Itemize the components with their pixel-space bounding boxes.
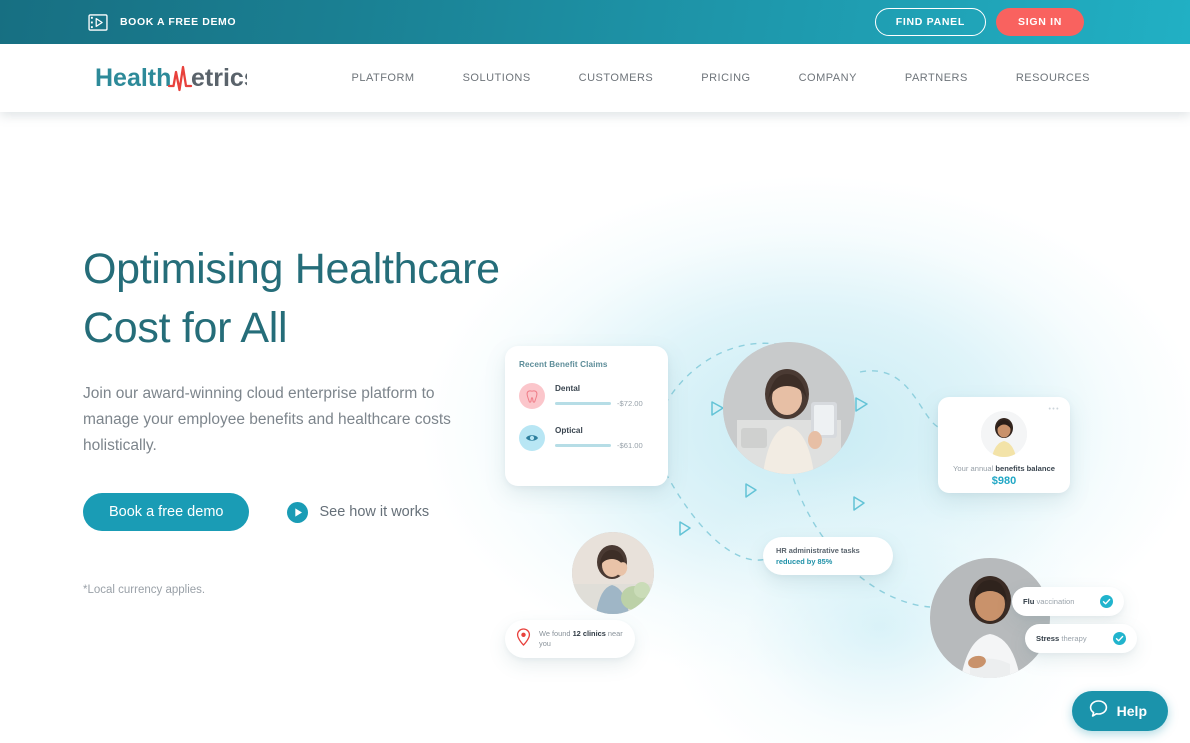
main-navigation: PLATFORM SOLUTIONS CUSTOMERS PRICING COM… [328, 72, 1090, 84]
hero-subtitle: Join our award-winning cloud enterprise … [83, 385, 451, 454]
site-logo[interactable]: Health etrics [95, 61, 247, 95]
recent-benefit-claims-card: Recent Benefit Claims Dental -$72.00 Opt… [505, 346, 668, 486]
balance-label-prefix: Your annual [953, 464, 996, 473]
hero-footnote: *Local currency applies. [83, 584, 206, 596]
claim-name: Optical [555, 426, 583, 435]
map-pin-icon [516, 627, 531, 651]
more-options-icon[interactable]: ••• [1048, 406, 1060, 413]
chat-bubble-icon [1089, 699, 1108, 723]
hero-copy: Optimising Healthcare Cost for All Join … [83, 240, 503, 531]
hero-illustration: Recent Benefit Claims Dental -$72.00 Opt… [490, 212, 1190, 712]
claim-row: Dental -$72.00 [519, 383, 654, 409]
annual-benefits-balance-card: ••• Your annual benefits balance $980 [938, 397, 1070, 493]
claims-card-title: Recent Benefit Claims [519, 360, 608, 369]
avatar [981, 411, 1027, 457]
site-header: Health etrics PLATFORM SOLUTIONS CUSTOME… [0, 44, 1190, 112]
balance-amount: $980 [991, 475, 1017, 487]
nav-item-solutions[interactable]: SOLUTIONS [439, 72, 555, 84]
flu-vaccination-pill: Flu vaccination [1012, 587, 1124, 616]
sign-in-button[interactable]: SIGN IN [996, 8, 1084, 36]
photo-smiling-man [930, 558, 1050, 678]
eye-icon [519, 425, 545, 451]
photo-woman-with-tablet [723, 342, 855, 474]
hr-tasks-line-2: reduced by 85% [776, 557, 833, 566]
play-circle-icon [287, 501, 309, 523]
svg-text:etrics: etrics [191, 64, 247, 92]
book-free-demo-button[interactable]: Book a free demo [83, 493, 250, 531]
stress-therapy-text: Stress therapy [1036, 634, 1107, 643]
stress-rest: therapy [1059, 634, 1087, 643]
hr-tasks-pill: HR administrative tasks reduced by 85% [763, 537, 893, 575]
nav-item-pricing[interactable]: PRICING [677, 72, 774, 84]
stress-strong: Stress [1036, 634, 1060, 643]
nav-item-customers[interactable]: CUSTOMERS [555, 72, 678, 84]
utility-actions: FIND PANEL SIGN IN [874, 8, 1084, 36]
claim-amount: -$61.00 [617, 441, 643, 450]
clinics-found-pill: We found 12 clinics near you [505, 620, 635, 658]
claim-row: Optical -$61.00 [519, 425, 654, 451]
check-circle-icon [1100, 595, 1113, 608]
clinics-count: 12 clinics [572, 629, 606, 638]
claim-amount: -$72.00 [617, 399, 643, 408]
book-demo-link[interactable]: BOOK A FREE DEMO [88, 13, 237, 31]
clinics-prefix: We found [539, 629, 573, 638]
utility-bar: BOOK A FREE DEMO FIND PANEL SIGN IN [0, 0, 1190, 44]
claim-meter-bar [555, 444, 611, 447]
clinics-found-text: We found 12 clinics near you [539, 629, 624, 649]
page-title: Optimising Healthcare Cost for All [83, 240, 503, 358]
claim-meter-bar [555, 402, 611, 405]
stress-therapy-pill: Stress therapy [1025, 624, 1137, 653]
help-button-label: Help [1116, 703, 1147, 719]
nav-item-resources[interactable]: RESOURCES [992, 72, 1090, 84]
hero-section: Optimising Healthcare Cost for All Join … [0, 112, 1190, 743]
svg-text:Health: Health [95, 64, 171, 92]
hero-cta-row: Book a free demo See how it works [83, 493, 503, 531]
find-panel-button[interactable]: FIND PANEL [874, 8, 986, 36]
hr-tasks-line-1: HR administrative tasks [776, 546, 860, 555]
hero-title-line-2: Cost for All [83, 304, 288, 352]
flu-rest: vaccination [1034, 597, 1075, 606]
book-demo-label: BOOK A FREE DEMO [120, 16, 237, 28]
hero-title-line-1: Optimising Healthcare [83, 245, 500, 293]
balance-label-strong: benefits balance [995, 464, 1055, 473]
check-circle-icon [1113, 632, 1126, 645]
flu-vaccination-text: Flu vaccination [1023, 597, 1094, 606]
page-root: BOOK A FREE DEMO FIND PANEL SIGN IN Heal… [0, 0, 1190, 743]
claim-name: Dental [555, 384, 581, 393]
flu-strong: Flu [1023, 597, 1035, 606]
nav-item-company[interactable]: COMPANY [775, 72, 881, 84]
see-how-it-works-label: See how it works [319, 504, 430, 520]
nav-item-platform[interactable]: PLATFORM [328, 72, 439, 84]
healthmetrics-logo-icon: Health etrics [95, 64, 247, 92]
nav-item-partners[interactable]: PARTNERS [881, 72, 992, 84]
help-button[interactable]: Help [1071, 691, 1168, 731]
see-how-it-works-link[interactable]: See how it works [287, 501, 430, 523]
balance-label: Your annual benefits balance [946, 464, 1062, 473]
tooth-icon [519, 383, 545, 409]
photo-woman-thinking [572, 532, 654, 614]
film-play-icon [88, 13, 108, 31]
